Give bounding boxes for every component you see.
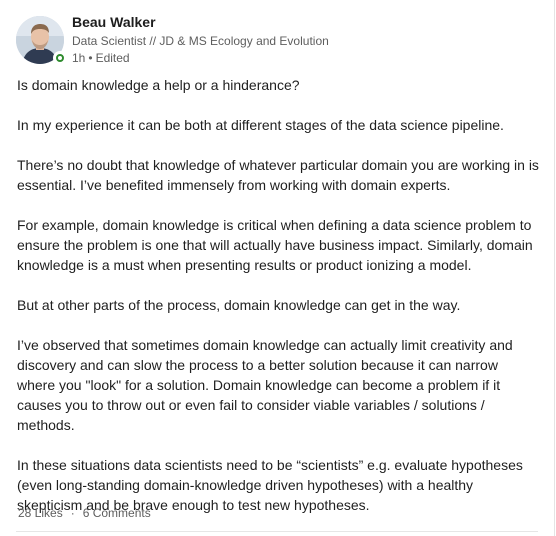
post-header: Beau Walker Data Scientist // JD & MS Ec… (16, 12, 329, 68)
post-time: 1h (72, 50, 86, 65)
post-card: Beau Walker Data Scientist // JD & MS Ec… (0, 0, 555, 536)
post-paragraph: Is domain knowledge a help or a hinderan… (17, 77, 300, 93)
online-status-dot (56, 54, 64, 62)
author-name[interactable]: Beau Walker (72, 14, 329, 32)
divider (16, 531, 538, 532)
likes-count[interactable]: 28 Likes (18, 506, 63, 520)
online-status-icon (53, 51, 67, 65)
comments-count[interactable]: 6 Comments (83, 506, 151, 520)
post-paragraph: I’ve observed that sometimes domain know… (17, 337, 513, 433)
post-timestamp-row: 1h • Edited (72, 50, 329, 66)
author-meta: Beau Walker Data Scientist // JD & MS Ec… (72, 14, 329, 66)
post-paragraph: But at other parts of the process, domai… (17, 297, 461, 313)
social-counts: 28 Likes · 6 Comments (18, 506, 151, 520)
edited-label: Edited (95, 50, 130, 65)
avatar-container[interactable] (16, 16, 67, 65)
social-separator: · (70, 506, 75, 520)
time-separator: • (88, 50, 93, 65)
post-body: Is domain knowledge a help or a hinderan… (17, 75, 539, 515)
author-headline: Data Scientist // JD & MS Ecology and Ev… (72, 34, 329, 48)
post-paragraph: In my experience it can be both at diffe… (17, 117, 504, 133)
post-paragraph: There’s no doubt that knowledge of whate… (17, 157, 539, 193)
post-paragraph: For example, domain knowledge is critica… (17, 217, 533, 273)
